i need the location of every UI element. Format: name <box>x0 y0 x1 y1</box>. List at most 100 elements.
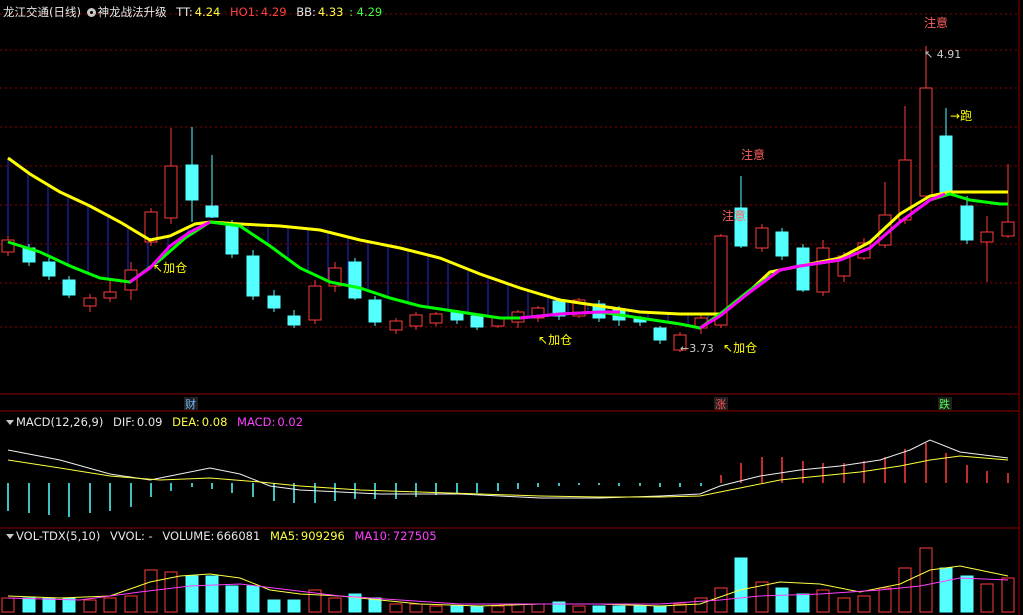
ho1-value: 4.29 <box>260 5 287 19</box>
candle-body <box>796 247 810 291</box>
dif-line <box>7 439 1009 499</box>
main-legend: 龙江交通(日线) 神龙战法升级 TT: 4.24 HO1: 4.29 BB: 4.33… <box>3 3 384 21</box>
candle-body <box>1001 221 1015 237</box>
dea-label: DEA: <box>172 415 200 429</box>
bb-label: BB: <box>296 5 316 19</box>
macd-panel <box>7 439 1009 517</box>
volume-bar <box>796 593 810 613</box>
volume-panel <box>1 547 1015 613</box>
volume-value: 666081 <box>216 529 261 543</box>
candle-body <box>919 87 933 197</box>
stock-name[interactable]: 龙江交通(日线) <box>3 5 81 19</box>
candle-body <box>389 320 403 331</box>
candle-body <box>308 285 322 321</box>
settings-gear-icon[interactable] <box>86 8 96 17</box>
candle-body <box>103 291 117 299</box>
kline-chart-canvas[interactable]: ↖加仓 ↖加仓 ←3.73 ↖加仓 注意 注意 注意 ↖ 4.91 →跑 财 涨… <box>0 0 1023 615</box>
candle-body <box>348 261 362 299</box>
volume-label: VOLUME: <box>162 529 215 543</box>
jiacang-marker-3: ↖加仓 <box>723 341 757 355</box>
main-panel-grid <box>0 13 1019 328</box>
candle-body <box>409 314 423 327</box>
volume-bar <box>1001 577 1015 613</box>
volume-bar <box>572 605 586 613</box>
volume-bar <box>919 547 933 613</box>
volume-bar <box>857 595 871 613</box>
candle-body <box>470 315 484 328</box>
volume-bar <box>837 597 851 613</box>
volume-bar <box>83 599 97 613</box>
ma10-label: MA10: <box>354 529 391 543</box>
zhuyi-marker-3: 注意 <box>924 15 948 30</box>
volume-bar <box>878 587 892 613</box>
dif-label: DIF: <box>113 415 135 429</box>
volume-bar <box>185 575 199 613</box>
tag-die-label: 跌 <box>939 397 950 411</box>
high-price-marker: ↖ 4.91 <box>924 48 961 61</box>
volume-bar <box>124 595 138 613</box>
volume-bar <box>960 575 974 613</box>
dea-line <box>7 455 1009 498</box>
candle-body <box>429 313 443 324</box>
zhuyi-marker-2: 注意 <box>722 208 746 223</box>
vvol-label: VVOL: - <box>110 529 153 543</box>
indicator-name[interactable]: 神龙战法升级 <box>98 5 167 19</box>
volume-bar <box>898 567 912 613</box>
volume-bar <box>491 605 505 613</box>
candle-body <box>816 247 830 293</box>
volume-bar <box>328 597 342 613</box>
volume-bar <box>42 597 56 613</box>
macd-chevron-down-icon[interactable] <box>6 420 14 425</box>
ho1-label: HO1: <box>230 5 259 19</box>
candle-body <box>225 224 239 255</box>
candle-body <box>960 205 974 241</box>
volume-bar <box>450 605 464 613</box>
dif-value: 0.09 <box>136 415 163 429</box>
tt-value: 4.24 <box>194 5 221 19</box>
volume-bar <box>612 605 626 613</box>
macd-name[interactable]: MACD(12,26,9) <box>16 415 103 429</box>
candle-body <box>185 164 199 201</box>
candle-body <box>368 299 382 323</box>
volume-bar <box>470 605 484 613</box>
macd-value: 0.02 <box>277 415 304 429</box>
volume-bar <box>1 597 15 613</box>
jiacang-marker-2: ↖加仓 <box>538 333 572 347</box>
volume-bar <box>980 583 994 613</box>
ma10-value: 727505 <box>392 529 437 543</box>
volume-bar <box>633 605 647 613</box>
candle-body <box>939 135 953 193</box>
candle-body <box>42 261 56 277</box>
volume-bar <box>429 605 443 613</box>
candle-body <box>83 297 97 307</box>
volume-bar <box>225 585 239 613</box>
candle-body <box>287 315 301 326</box>
ma5-value: 909296 <box>300 529 345 543</box>
ma5-label: MA5: <box>269 529 299 543</box>
candle-body <box>755 227 769 249</box>
tag-zhang-label: 涨 <box>715 398 726 411</box>
bb2-value: : 4.29 <box>349 5 383 19</box>
macd-legend: MACD(12,26,9) DIF: 0.09 DEA: 0.08 MACD: 0.0… <box>3 413 305 431</box>
vol-chevron-down-icon[interactable] <box>6 534 14 539</box>
macd-label: MACD: <box>237 415 276 429</box>
volume-bar <box>246 585 260 613</box>
volume-bar <box>22 597 36 613</box>
volume-bar <box>653 605 667 613</box>
volume-bar <box>389 603 403 613</box>
vol-name[interactable]: VOL-TDX(5,10) <box>16 529 100 543</box>
low-price-marker: ←3.73 <box>680 342 714 355</box>
volume-bar <box>205 575 219 613</box>
candle-body <box>267 295 281 309</box>
candle-body <box>653 327 667 341</box>
volume-bar <box>287 599 301 613</box>
volume-bar <box>409 603 423 613</box>
volume-bar <box>592 605 606 613</box>
candle-body <box>205 205 219 218</box>
candle-body <box>62 279 76 296</box>
candle-body <box>246 255 260 297</box>
candle-body <box>164 165 178 219</box>
jiacang-marker-1: ↖加仓 <box>153 261 187 275</box>
bb-value: 4.33 <box>317 5 344 19</box>
candle-body <box>980 231 994 243</box>
